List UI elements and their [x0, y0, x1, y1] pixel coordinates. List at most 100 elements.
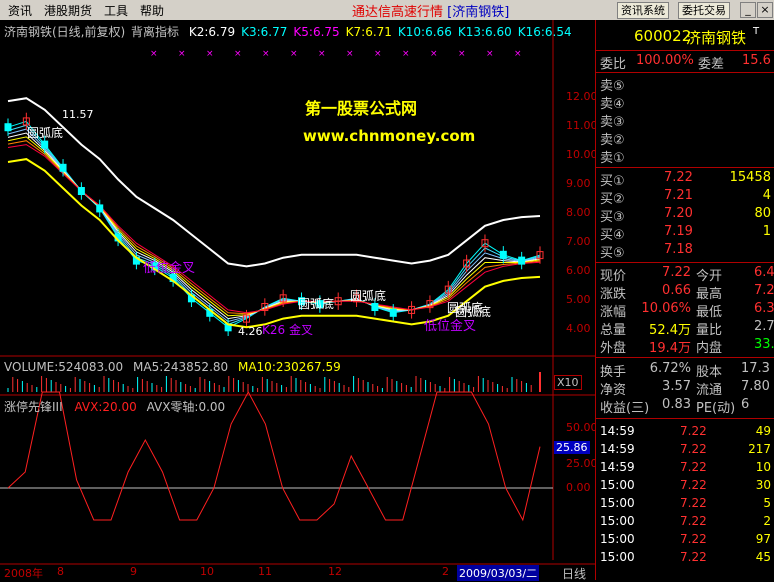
ma-band-line	[7, 132, 541, 320]
price-plot: × × × × × × × × × × × × × ×	[4, 49, 544, 336]
chart-area[interactable]: × × × × × × × × × × × × × × 济南钢铁(日线,前复权) 背离指标 K2:6.79…	[0, 20, 598, 582]
volume-labels: VOLUME:524083.00 MA5:243852.80 MA10:2302…	[4, 360, 341, 374]
trade-volume: 10	[755, 460, 771, 474]
time-tick: 9	[130, 565, 137, 578]
volume-value: VOLUME:524083.00	[4, 360, 124, 374]
annotation-round-bottom-2: 圆弧底	[298, 297, 335, 311]
signal-marker: ×	[262, 49, 270, 59]
app-title: 通达信高速行情 [济南钢铁]	[352, 1, 509, 20]
price-tick: 5.00	[566, 293, 591, 306]
buy-price: 7.18	[664, 242, 693, 257]
trade-price: 7.22	[680, 550, 707, 564]
chart-title-row: 济南钢铁(日线,前复权) 背离指标 K2:6.79 K3:6.77 K5:6.75 K…	[4, 23, 572, 40]
buy-price: 7.22	[664, 170, 693, 185]
ma-band-line	[7, 128, 541, 323]
app-name: 通达信高速行情	[352, 5, 444, 20]
indicator-title: 涨停先锋III	[4, 400, 63, 414]
buy-price: 7.19	[664, 224, 693, 239]
trade-volume: 97	[755, 532, 771, 546]
ma-label-5: K13:6.60	[457, 25, 512, 39]
trade-volume: 30	[755, 478, 771, 492]
signal-marker: ×	[206, 49, 214, 59]
trade-price: 7.22	[680, 496, 707, 510]
trade-row: 15:00 7.22 45	[596, 549, 774, 567]
ma-label-0: K2:6.79	[188, 25, 236, 39]
trade-button[interactable]: 委托交易	[678, 2, 730, 19]
signal-marker: ×	[346, 49, 354, 59]
price-tick: 11.00	[566, 119, 598, 132]
trade-volume: 5	[763, 496, 771, 510]
stock-code: 600022	[634, 27, 692, 45]
stat-value-2: 2.7	[754, 319, 774, 334]
period-selector[interactable]: 日线	[562, 565, 586, 582]
trade-price: 7.22	[680, 424, 707, 438]
ma-label-2: K5:6.75	[293, 25, 340, 39]
buy-row: 买⑤ 7.18	[596, 241, 774, 261]
upper-envelope	[7, 97, 541, 268]
high-price-label: 11.57	[62, 108, 94, 121]
volume-ma10: MA10:230267.59	[237, 360, 341, 374]
trade-row: 15:00 7.22 30	[596, 477, 774, 495]
menu-hk-futures[interactable]: 港股期货	[44, 2, 92, 19]
fund-row: 收益(三) 0.83 PE(动) 6	[596, 396, 774, 416]
trade-row: 15:00 7.22 5	[596, 495, 774, 513]
trade-volume: 49	[755, 424, 771, 438]
weicha-value: 15.6	[742, 53, 771, 68]
trade-price: 7.22	[680, 442, 707, 456]
stat-value-2: 6.4	[754, 265, 774, 280]
close-icon[interactable]: ×	[757, 2, 773, 18]
price-tick: 10.00	[566, 148, 598, 161]
ma-label-1: K3:6.77	[241, 25, 288, 39]
ma-band-line	[7, 144, 541, 314]
trade-time: 14:59	[600, 460, 635, 474]
annotation-round-bottom-5: 圆弧底	[455, 305, 492, 319]
menu-tools[interactable]: 工具	[104, 2, 128, 19]
stock-tag: [济南钢铁]	[447, 5, 510, 20]
trade-volume: 2	[763, 514, 771, 528]
stat-value-2: 33.0	[754, 337, 774, 352]
fund-value: 0.83	[662, 397, 691, 412]
ma-labels: K2:6.79 K3:6.77 K5:6.75 K7:6.71 K10:6.66 K13:…	[183, 25, 572, 39]
minimize-icon[interactable]: _	[740, 2, 756, 18]
stat-row: 外盘 19.4万内盘 33.0	[596, 336, 774, 356]
volume-scale-button[interactable]: X10	[554, 375, 582, 390]
trade-time: 15:00	[600, 496, 635, 510]
trade-time: 14:59	[600, 442, 635, 456]
menu-info[interactable]: 资讯	[8, 2, 32, 19]
candle-body	[59, 163, 67, 172]
stat-value-2: 7.2	[754, 283, 774, 298]
weibi-value: 100.00%	[636, 53, 694, 68]
info-system-button[interactable]: 资讯系统	[617, 2, 669, 19]
indicator-avx-zero: AVX零轴:0.00	[146, 400, 226, 414]
weicha-label: 委差	[698, 57, 725, 72]
trade-row: 14:59 7.22 49	[596, 423, 774, 441]
stat-value: 19.4万	[649, 341, 691, 356]
menu-help[interactable]: 帮助	[140, 2, 164, 19]
candle-body	[371, 303, 379, 312]
signal-marker: ×	[486, 49, 494, 59]
stat-value: 0.66	[662, 283, 691, 298]
sell-label: 卖①	[600, 151, 625, 166]
watermark-url: www.chnmoney.com	[303, 127, 476, 145]
signal-marker: ×	[430, 49, 438, 59]
quote-panel: 600022 济南钢铁 T 委比 100.00% 委差 15.6 卖⑤ 卖④ 卖③ 卖…	[595, 20, 774, 580]
buy-price: 7.20	[664, 206, 693, 221]
menu-bar: 资讯 港股期货 工具 帮助 通达信高速行情 [济南钢铁] 资讯系统 委托交易 _…	[0, 0, 774, 21]
trade-row: 14:59 7.22 10	[596, 459, 774, 477]
signal-marker: ×	[290, 49, 298, 59]
time-tick: 2008年	[4, 567, 43, 580]
price-tick: 7.00	[566, 235, 591, 248]
candle-body	[518, 256, 526, 265]
sell-row: 卖③	[596, 110, 774, 130]
buy-volume: 80	[754, 206, 771, 221]
stock-header: 600022 济南钢铁 T	[596, 26, 774, 47]
candle-body	[4, 123, 12, 132]
indicator-labels: 涨停先锋III AVX:20.00 AVX零轴:0.00	[4, 398, 225, 415]
trade-price: 7.22	[680, 478, 707, 492]
trade-price: 7.22	[680, 514, 707, 528]
trade-time: 14:59	[600, 424, 635, 438]
weibi-label: 委比	[600, 57, 627, 72]
fund-value-2: 17.3	[741, 361, 770, 376]
time-tick: 8	[57, 565, 64, 578]
signal-marker: ×	[458, 49, 466, 59]
